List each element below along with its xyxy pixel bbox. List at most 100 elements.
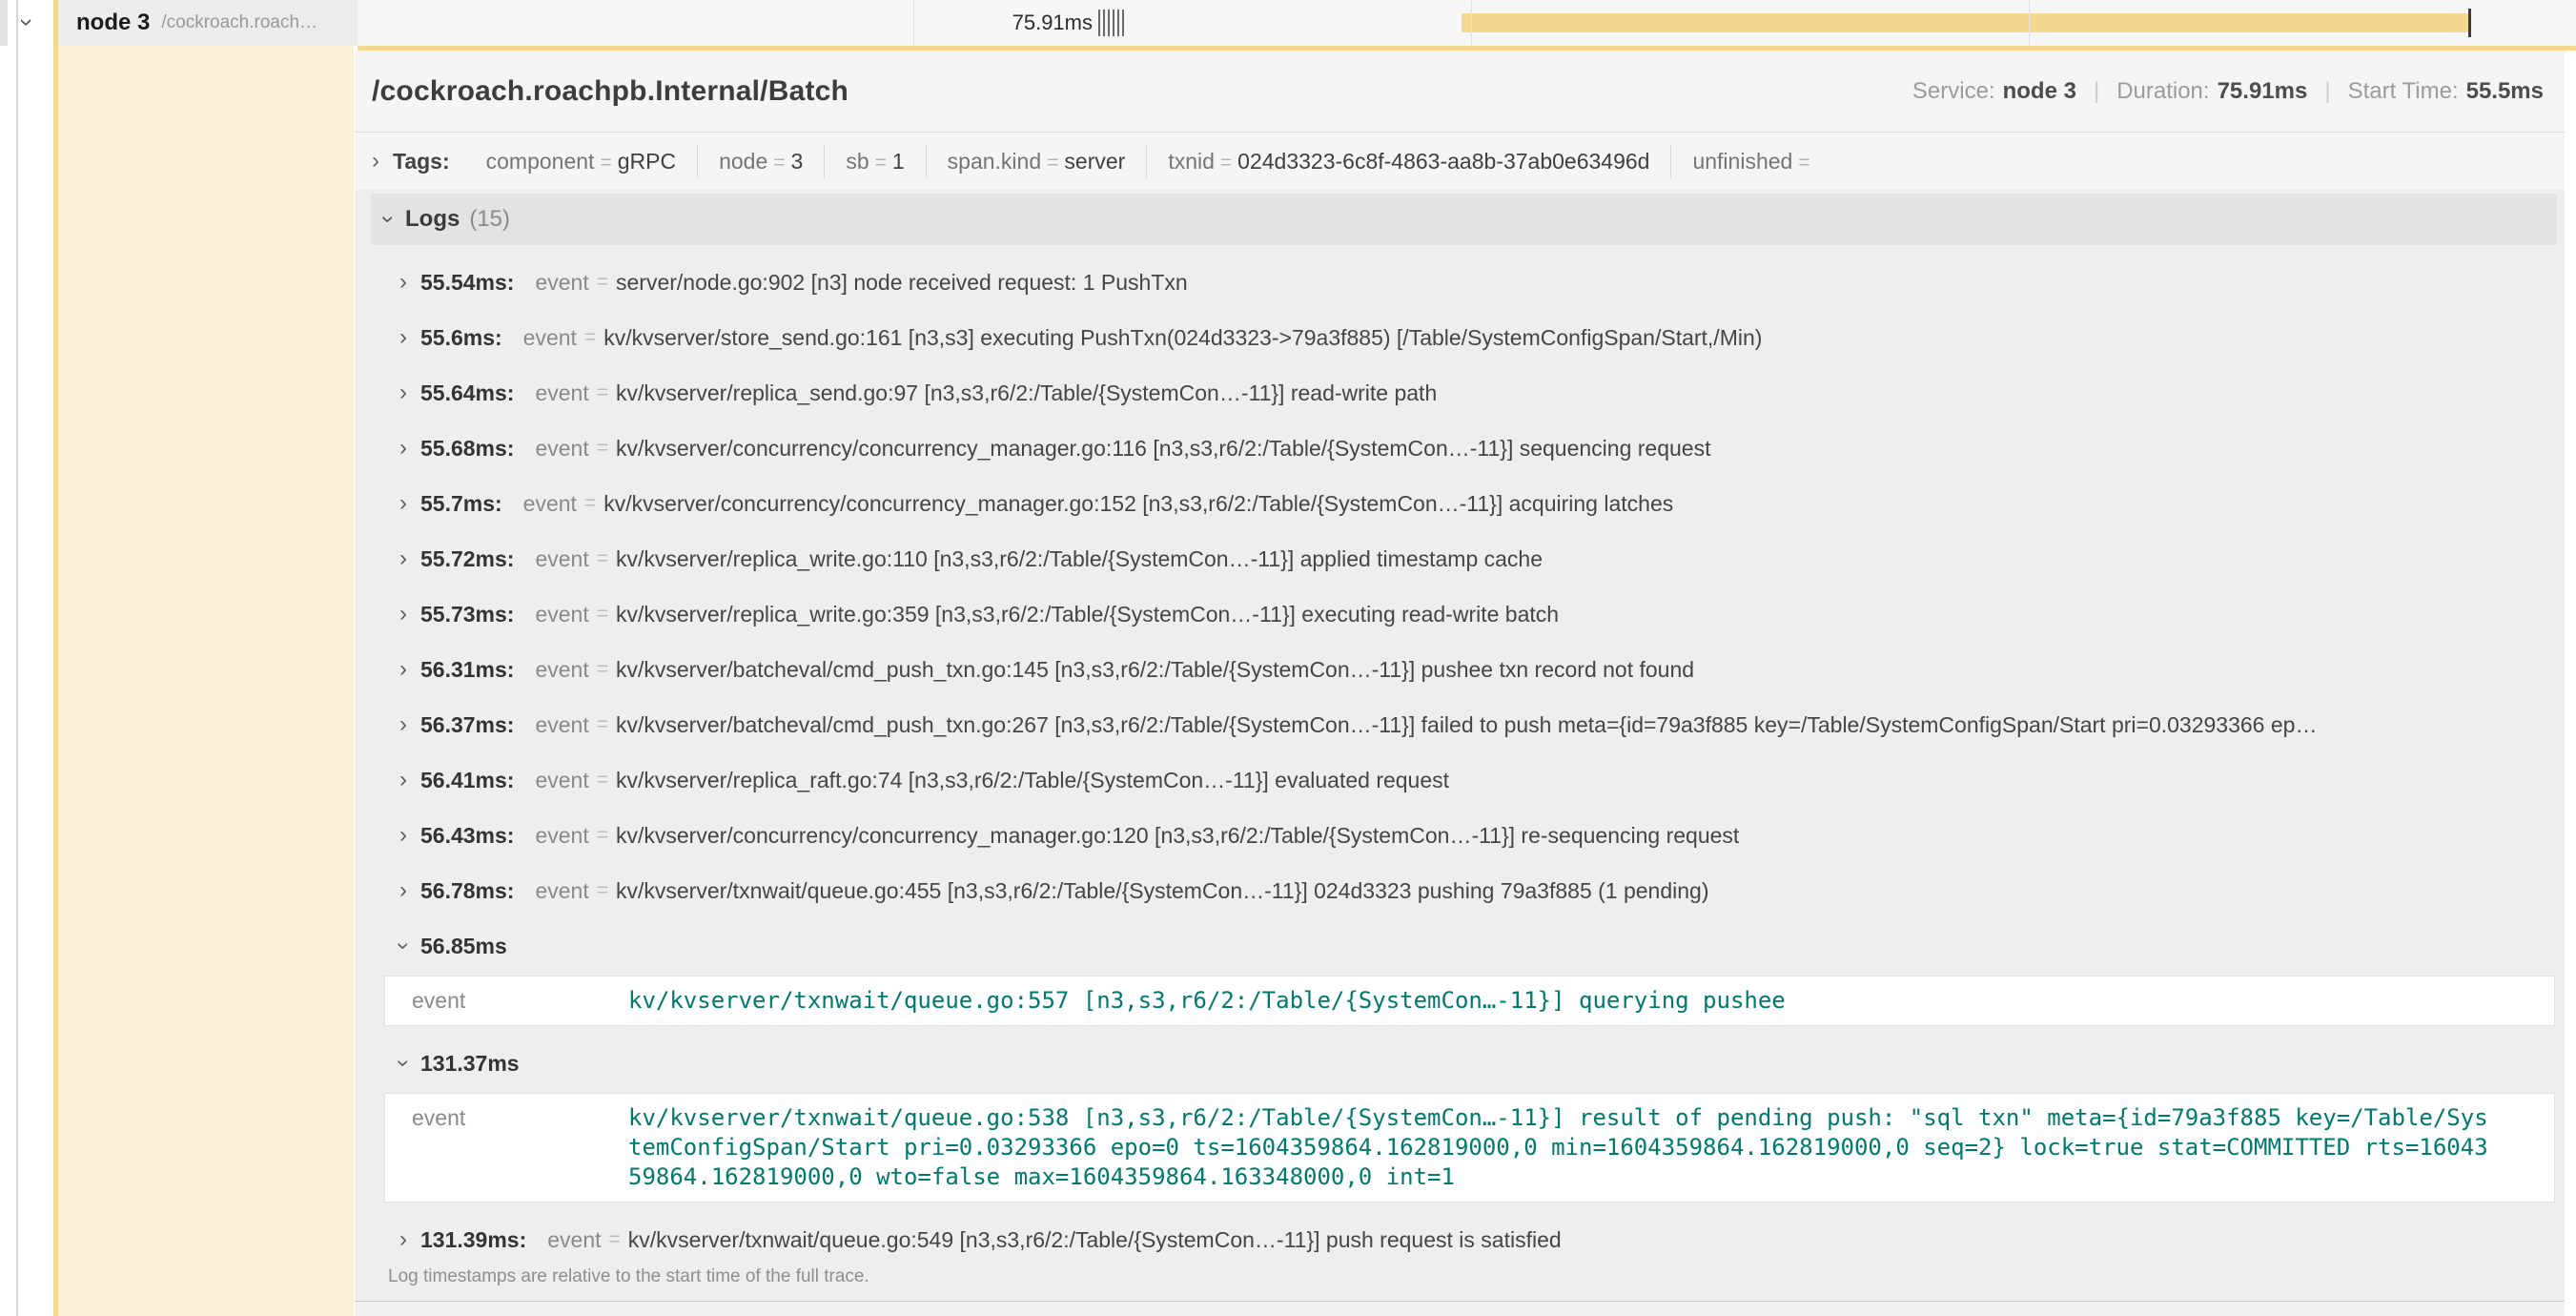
log-timestamp: 55.64ms: — [420, 380, 514, 406]
log-row[interactable]: › 55.73ms: event = kv/kvserver/replica_w… — [371, 586, 2557, 642]
chevron-right-icon: › — [399, 380, 407, 406]
log-row[interactable]: › 55.54ms: event = server/node.go:902 [n… — [371, 255, 2557, 310]
log-row[interactable]: › 55.64ms: event = kv/kvserver/replica_s… — [371, 365, 2557, 421]
log-row[interactable]: › 55.72ms: event = kv/kvserver/replica_w… — [371, 531, 2557, 586]
tags-row[interactable]: › Tags: component=gRPCnode=3sb=1span.kin… — [355, 133, 2565, 190]
log-field-value: kv/kvserver/txnwait/queue.go:549 [n3,s3,… — [628, 1227, 1562, 1253]
chevron-right-icon: › — [399, 601, 407, 627]
timeline-row[interactable]: 75.91ms — [358, 0, 2576, 46]
chevron-down-icon: › — [375, 216, 401, 223]
chevron-right-icon: › — [399, 324, 407, 351]
span-row-name-cell[interactable]: node 3 /cockroach.roach… — [53, 0, 358, 46]
tag-item[interactable]: node=3 — [697, 145, 824, 178]
log-field-value: kv/kvserver/replica_write.go:359 [n3,s3,… — [616, 602, 1559, 627]
log-row[interactable]: › 56.41ms: event = kv/kvserver/replica_r… — [371, 752, 2557, 808]
span-detail-panel: /cockroach.roachpb.Internal/Batch Servic… — [355, 51, 2565, 1302]
log-field-value: server/node.go:902 [n3] node received re… — [616, 270, 1188, 296]
tag-item[interactable]: sb=1 — [824, 145, 925, 178]
log-field-name: event — [523, 325, 577, 351]
span-log-marker — [1122, 10, 1124, 36]
log-field-value: kv/kvserver/concurrency/concurrency_mana… — [616, 823, 1739, 849]
log-timestamp: 55.73ms: — [420, 602, 514, 627]
log-field-name: event — [535, 602, 588, 627]
log-field-value: kv/kvserver/txnwait/queue.go:538 [n3,s3,… — [628, 1103, 2497, 1192]
tags-label: Tags: — [393, 149, 450, 175]
logs-footer-note: Log timestamps are relative to the start… — [371, 1255, 2557, 1301]
log-row[interactable]: › 56.31ms: event = kv/kvserver/batcheval… — [371, 642, 2557, 697]
timeline-gridline — [2029, 0, 2030, 46]
span-accent-bar — [53, 0, 58, 1316]
logs-header[interactable]: › Logs (15) — [371, 194, 2557, 245]
span-service-name: node 3 — [76, 10, 150, 36]
log-timestamp: 56.41ms: — [420, 768, 514, 793]
tag-item[interactable]: span.kind=server — [926, 145, 1147, 178]
chevron-right-icon: › — [399, 545, 407, 572]
log-row[interactable]: › 55.68ms: event = kv/kvserver/concurren… — [371, 421, 2557, 476]
tags-list: component=gRPCnode=3sb=1span.kind=server… — [465, 145, 1837, 178]
tag-item[interactable]: component=gRPC — [465, 145, 697, 178]
log-timestamp: 56.43ms: — [420, 823, 514, 849]
log-field-name: event — [535, 768, 588, 793]
tag-item[interactable]: unfinished= — [1670, 145, 1836, 178]
timeline-gridline — [913, 0, 914, 46]
log-timestamp: 56.85ms — [420, 934, 507, 959]
span-detail-title: /cockroach.roachpb.Internal/Batch — [372, 75, 848, 108]
chevron-right-icon: › — [399, 435, 407, 462]
log-field-value: kv/kvserver/store_send.go:161 [n3,s3] ex… — [603, 325, 1762, 351]
span-bar[interactable] — [1462, 13, 2470, 32]
log-timestamp: 55.54ms: — [420, 270, 514, 296]
span-log-marker — [1113, 10, 1114, 36]
tag-value: 024d3323-6c8f-4863-aa8b-37ab0e63496d — [1237, 149, 1649, 174]
log-timestamp: 55.6ms: — [420, 325, 502, 351]
tag-item[interactable]: txnid=024d3323-6c8f-4863-aa8b-37ab0e6349… — [1146, 145, 1670, 178]
tag-equals-sign: = — [1220, 152, 1232, 174]
log-equals-sign: = — [609, 1228, 621, 1251]
log-row[interactable]: › 56.78ms: event = kv/kvserver/txnwait/q… — [371, 863, 2557, 918]
meta-separator: | — [2324, 78, 2330, 105]
tag-equals-sign: = — [875, 152, 887, 174]
left-rail-block — [0, 0, 8, 46]
span-meta: Service: node 3 | Duration: 75.91ms | St… — [1912, 78, 2544, 105]
duration-value: 75.91ms — [2218, 78, 2308, 105]
log-entry-expanded: › 56.85ms event kv/kvserver/txnwait/queu… — [371, 918, 2557, 1026]
log-row[interactable]: › 131.39ms: event = kv/kvserver/txnwait/… — [371, 1212, 2557, 1255]
logs-count: (15) — [469, 206, 510, 233]
tag-key: txnid — [1168, 149, 1215, 174]
span-detail-header: /cockroach.roachpb.Internal/Batch Servic… — [355, 51, 2565, 190]
span-row-collapse-icon[interactable]: › — [12, 18, 42, 27]
tag-value: gRPC — [618, 149, 676, 174]
log-timestamp: 56.78ms: — [420, 878, 514, 904]
log-row[interactable]: › 56.43ms: event = kv/kvserver/concurren… — [371, 808, 2557, 863]
log-row[interactable]: › 55.6ms: event = kv/kvserver/store_send… — [371, 310, 2557, 365]
log-timestamp: 131.37ms — [420, 1051, 520, 1077]
log-field-value: kv/kvserver/batcheval/cmd_push_txn.go:14… — [616, 657, 1694, 683]
chevron-right-icon: › — [372, 148, 379, 175]
log-field-name: event — [547, 1227, 601, 1253]
expanded-row-name-column — [58, 46, 354, 1316]
span-operation-name: /cockroach.roach… — [161, 12, 317, 33]
log-field-name: event — [535, 436, 588, 462]
span-log-marker — [1103, 10, 1105, 36]
tag-value: 1 — [892, 149, 905, 174]
chevron-right-icon: › — [399, 767, 407, 793]
log-field-name: event — [535, 657, 588, 683]
span-log-marker — [1098, 10, 1100, 36]
span-end-log-marker — [2468, 9, 2471, 37]
log-field-value: kv/kvserver/txnwait/queue.go:455 [n3,s3,… — [616, 878, 1709, 904]
span-duration-label: 75.91ms — [1012, 0, 1093, 46]
chevron-down-icon: › — [390, 1059, 417, 1067]
below-panel-strip — [355, 1302, 2565, 1316]
left-rail-divider — [16, 0, 18, 1316]
log-field-name: event — [535, 546, 588, 572]
log-field-name: event — [385, 986, 621, 1016]
log-row[interactable]: › 131.37ms — [371, 1036, 2557, 1091]
log-field-name: event — [535, 712, 588, 738]
log-field-name: event — [535, 823, 588, 849]
log-row[interactable]: › 55.7ms: event = kv/kvserver/concurrenc… — [371, 476, 2557, 531]
log-row[interactable]: › 56.37ms: event = kv/kvserver/batcheval… — [371, 697, 2557, 752]
tag-equals-sign: = — [1798, 152, 1809, 174]
log-entry-expanded: › 131.37ms event kv/kvserver/txnwait/que… — [371, 1036, 2557, 1203]
log-equals-sign: = — [584, 326, 596, 349]
log-timestamp: 55.68ms: — [420, 436, 514, 462]
log-row[interactable]: › 56.85ms — [371, 918, 2557, 974]
